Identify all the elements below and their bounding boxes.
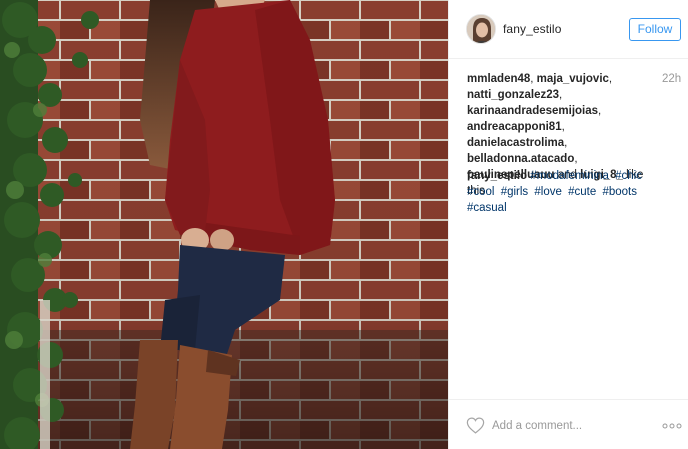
hashtag-link[interactable]: #boots: [602, 186, 637, 198]
post-footer: [449, 399, 688, 449]
post-photo[interactable]: [0, 0, 448, 449]
hashtag-link[interactable]: #modafeminina: [530, 170, 609, 182]
caption-author[interactable]: fany_estilo: [467, 170, 527, 182]
hashtag-link[interactable]: #chic: [615, 170, 642, 182]
liker-username[interactable]: natti_gonzalez23: [467, 89, 559, 101]
post-sidebar: fany_estilo Follow mmladen48, maja_vujov…: [448, 0, 688, 449]
avatar-image: [467, 15, 495, 43]
more-options-icon[interactable]: [662, 423, 682, 429]
liker-username[interactable]: mmladen48: [467, 73, 530, 85]
hashtag-link[interactable]: #cute: [568, 186, 596, 198]
liker-username[interactable]: danielacastrolima: [467, 137, 564, 149]
post-header: fany_estilo Follow: [449, 0, 688, 59]
post-photo-image: [0, 0, 448, 449]
follow-button[interactable]: Follow: [629, 18, 681, 41]
liker-username[interactable]: belladonna.atacado: [467, 153, 574, 165]
post-time[interactable]: 22h: [662, 73, 681, 85]
liker-username[interactable]: andreacapponi81: [467, 121, 562, 133]
avatar[interactable]: [466, 14, 496, 44]
liker-username[interactable]: karinaandradesemijoias: [467, 105, 598, 117]
post-caption: fany_estilo #modafeminina #chic #cool #g…: [467, 168, 677, 216]
hashtag-link[interactable]: #cool: [467, 186, 495, 198]
liker-username[interactable]: maja_vujovic: [537, 73, 609, 85]
post-username[interactable]: fany_estilo: [503, 22, 561, 36]
hashtag-link[interactable]: #girls: [501, 186, 528, 198]
comment-input[interactable]: [492, 418, 632, 433]
heart-outline-icon[interactable]: [466, 417, 485, 434]
hashtag-link[interactable]: #casual: [467, 202, 507, 214]
hashtag-link[interactable]: #love: [534, 186, 562, 198]
